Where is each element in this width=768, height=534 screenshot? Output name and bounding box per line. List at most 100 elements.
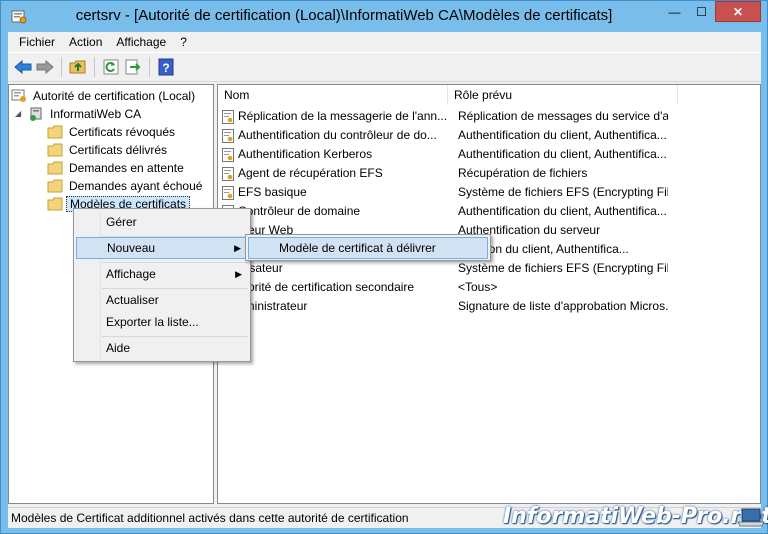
list-item[interactable]: tilisateur Système de fichiers EFS (Encry…: [222, 259, 668, 278]
template-name: EFS basique: [238, 185, 307, 199]
column-header-name[interactable]: Nom: [218, 85, 448, 105]
template-name-cell: tilisateur: [222, 259, 448, 278]
ca-server-icon: [30, 107, 42, 121]
template-name: Réplication de la messagerie de l'ann...: [238, 109, 448, 123]
results-pane: Nom Rôle prévu Réplication de la message…: [217, 84, 761, 504]
tree-item-failed[interactable]: Demandes ayant échoué: [47, 177, 205, 195]
menu-bar: Fichier Action Affichage ?: [8, 32, 761, 52]
forward-button[interactable]: [34, 56, 56, 78]
submenu: Modèle de certificat à délivrer: [245, 234, 491, 261]
tree-item-label: Certificats révoqués: [69, 125, 176, 139]
menu-fichier[interactable]: Fichier: [12, 32, 62, 52]
menu-item-refresh[interactable]: Actualiser: [76, 289, 248, 311]
context-menu: Gérer Nouveau ▶ Affichage ▶ Actualiser E…: [73, 208, 251, 362]
menu-affichage[interactable]: Affichage: [109, 32, 173, 52]
template-name: utorité de certification secondaire: [238, 280, 415, 294]
template-role: <Tous>: [458, 280, 498, 294]
menu-help[interactable]: ?: [173, 32, 194, 52]
svg-text:?: ?: [162, 61, 169, 75]
menu-item-manage[interactable]: Gérer: [76, 211, 248, 233]
template-role: Réplication de messages du service d'a..…: [458, 109, 668, 123]
list-item[interactable]: Authentification du contrôleur de do... A…: [222, 126, 668, 145]
template-name-cell: Réplication de la messagerie de l'ann...: [222, 107, 448, 126]
menu-item-new[interactable]: Nouveau ▶: [76, 237, 248, 259]
template-name: Authentification du contrôleur de do...: [238, 128, 437, 142]
submenu-arrow-icon: ▶: [234, 243, 241, 253]
template-role: Authentification du client, Authentifica…: [458, 204, 667, 218]
menu-action[interactable]: Action: [62, 32, 109, 52]
certificate-template-icon: [222, 147, 234, 162]
maximize-button[interactable]: ☐: [688, 1, 715, 22]
column-header-role[interactable]: Rôle prévu: [448, 85, 678, 105]
template-name: Authentification Kerberos: [238, 147, 373, 161]
folder-icon: [47, 125, 63, 139]
certificate-template-icon: [222, 109, 234, 124]
app-window: certsrv - [Autorité de certification (Lo…: [0, 0, 768, 534]
menu-item-label: Nouveau: [107, 241, 156, 255]
template-name: Agent de récupération EFS: [238, 166, 383, 180]
refresh-button[interactable]: [100, 56, 122, 78]
tree-item-revoked[interactable]: Certificats révoqués: [47, 123, 178, 141]
folder-icon: [47, 143, 63, 157]
title-bar[interactable]: certsrv - [Autorité de certification (Lo…: [1, 1, 767, 31]
list-item[interactable]: Contrôleur de domaine Authentification du…: [222, 202, 668, 221]
template-role: Authentification du client, Authentifica…: [458, 147, 667, 161]
tree-item-label: Demandes en attente: [69, 161, 184, 175]
menu-item-label: Exporter la liste...: [106, 315, 199, 329]
back-button[interactable]: [12, 56, 34, 78]
menu-item-template-to-issue[interactable]: Modèle de certificat à délivrer: [248, 237, 488, 259]
list-item[interactable]: dministrateur Signature de liste d'approb…: [222, 297, 668, 316]
list-header: Nom Rôle prévu: [218, 85, 678, 105]
list-item[interactable]: Agent de récupération EFS Récupération de…: [222, 164, 668, 183]
list-item[interactable]: utorité de certification secondaire <Tous…: [222, 278, 668, 297]
list-item[interactable]: Réplication de la messagerie de l'ann...…: [222, 107, 668, 126]
menu-item-view[interactable]: Affichage ▶: [76, 263, 248, 285]
menu-item-export-list[interactable]: Exporter la liste...: [76, 311, 248, 333]
folder-icon: [47, 197, 63, 211]
menu-item-help[interactable]: Aide: [76, 337, 248, 359]
export-button[interactable]: [122, 56, 144, 78]
refresh-icon: [103, 59, 119, 75]
certificate-authority-icon: [11, 89, 26, 102]
forward-icon: [36, 60, 54, 74]
tree-root-label: Autorité de certification (Local): [33, 89, 196, 103]
toolbar-separator: [149, 57, 150, 77]
list-item[interactable]: EFS basique Système de fichiers EFS (Encr…: [222, 183, 668, 202]
tree-item-issued[interactable]: Certificats délivrés: [47, 141, 170, 159]
tree-item-label: Demandes ayant échoué: [69, 179, 203, 193]
collapse-arrow-icon[interactable]: ◢: [15, 105, 25, 123]
minimize-button[interactable]: —: [661, 1, 688, 22]
menu-item-label: Actualiser: [106, 293, 159, 307]
watermark-logo: InformatiWeb-Pro.net: [503, 504, 768, 529]
up-folder-icon: [69, 60, 86, 74]
template-role: Récupération de fichiers: [458, 166, 588, 180]
menu-item-label: Affichage: [106, 267, 156, 281]
tree-ca-label: InformatiWeb CA: [50, 107, 142, 121]
tree-root[interactable]: Autorité de certification (Local): [11, 87, 198, 105]
help-button[interactable]: ?: [155, 56, 177, 78]
folder-icon: [47, 179, 63, 193]
laptop-icon: [737, 508, 765, 527]
template-role: Système de fichiers EFS (Encrypting File…: [458, 185, 668, 199]
tree-item-pending[interactable]: Demandes en attente: [47, 159, 187, 177]
template-name: Contrôleur de domaine: [238, 204, 361, 218]
certificate-template-icon: [222, 166, 234, 181]
submenu-arrow-icon: ▶: [235, 269, 242, 279]
close-button[interactable]: ✕: [715, 1, 761, 22]
menu-item-label: Aide: [106, 341, 131, 355]
menu-item-label: Gérer: [106, 215, 137, 229]
help-icon: ?: [158, 58, 174, 76]
template-role: Authentification du client, Authentifica…: [458, 128, 667, 142]
export-icon: [125, 59, 141, 75]
up-folder-button[interactable]: [67, 56, 89, 78]
template-name-cell: Contrôleur de domaine: [222, 202, 448, 221]
menu-item-label: Modèle de certificat à délivrer: [279, 241, 436, 255]
tree-item-label: Certificats délivrés: [69, 143, 168, 157]
folder-icon: [47, 161, 63, 175]
window-title: certsrv - [Autorité de certification (Lo…: [75, 7, 613, 24]
template-name-cell: utorité de certification secondaire: [222, 278, 448, 297]
certificate-template-icon: [222, 128, 234, 143]
tree-ca[interactable]: ◢ InformatiWeb CA: [15, 105, 144, 123]
list-item[interactable]: Authentification Kerberos Authentificatio…: [222, 145, 668, 164]
template-role: Signature de liste d'approbation Micros.…: [458, 299, 668, 313]
